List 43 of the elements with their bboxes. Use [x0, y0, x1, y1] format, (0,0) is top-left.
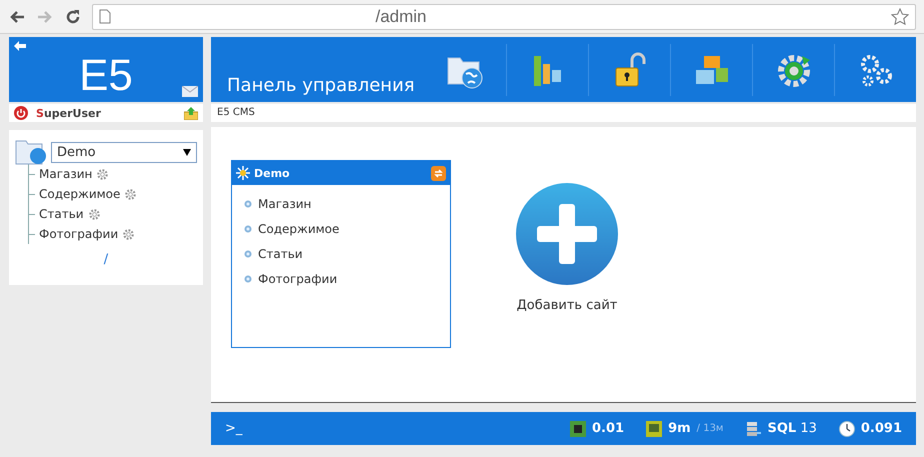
site-section-link[interactable]: Статьи: [258, 246, 303, 260]
sql-count: SQL 13: [767, 421, 817, 436]
gear-icon[interactable]: [122, 228, 136, 240]
database-icon: [745, 420, 762, 436]
root-link[interactable]: /: [15, 252, 197, 267]
tree-item[interactable]: Магазин: [39, 167, 92, 181]
dropdown-caret-icon: [183, 148, 191, 156]
clock-icon: [838, 420, 855, 436]
site-section-link[interactable]: Магазин: [258, 196, 312, 210]
page-title: Панель управления: [226, 75, 416, 98]
bullet-icon: [244, 224, 252, 232]
cpu-value: 0.01: [592, 421, 624, 436]
memory-icon: [646, 420, 662, 436]
logo: E5: [79, 50, 133, 100]
bullet-icon: [244, 274, 252, 282]
envelope-icon[interactable]: [182, 86, 198, 97]
plus-circle-icon: [515, 182, 619, 286]
site-select[interactable]: Demo: [51, 142, 197, 162]
power-icon[interactable]: [14, 106, 28, 120]
console-prompt[interactable]: >_: [225, 421, 548, 436]
gear-icon[interactable]: [96, 168, 110, 180]
sun-icon: [236, 166, 250, 180]
star-icon[interactable]: [891, 8, 909, 26]
site-section-link[interactable]: Содержимое: [258, 222, 340, 236]
upload-icon[interactable]: [184, 106, 198, 120]
page-icon: [99, 9, 111, 24]
reload-icon[interactable]: [64, 8, 82, 26]
add-site-label[interactable]: Добавить сайт: [516, 298, 618, 313]
memory-total: / 13м: [696, 423, 724, 434]
bullet-icon: [244, 200, 252, 208]
tree-item[interactable]: Содержимое: [39, 187, 120, 201]
memory-value: 9m: [668, 421, 691, 436]
chip-icon: [570, 420, 586, 436]
back-arrow-icon[interactable]: [14, 41, 26, 51]
tree-item[interactable]: Статьи: [39, 207, 84, 221]
address-bar[interactable]: /admin: [92, 4, 916, 30]
gear-icon[interactable]: [124, 188, 138, 200]
breadcrumb: E5 CMS: [211, 104, 916, 122]
bullet-icon: [244, 250, 252, 258]
tree-item[interactable]: Фотографии: [39, 227, 118, 241]
gear-icon[interactable]: [88, 208, 101, 220]
time-value: 0.091: [860, 421, 902, 436]
site-section-link[interactable]: Фотографии: [258, 272, 338, 286]
